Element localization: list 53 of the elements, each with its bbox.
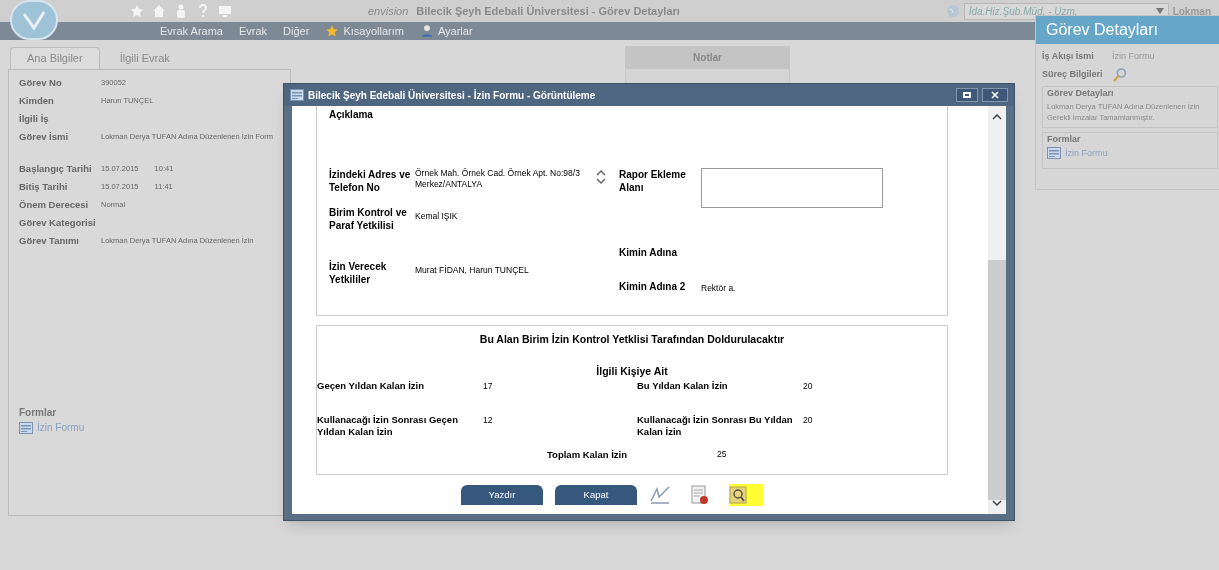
tab[interactable]: Ana Bilgiler: [10, 47, 100, 69]
menu-item[interactable]: Diğer: [283, 22, 310, 40]
field-label: Görev No: [19, 75, 63, 90]
form-value: 20: [803, 413, 813, 427]
menu-item[interactable]: Evrak: [238, 22, 268, 40]
section-subtitle: İlgili Kişiye Ait: [595, 363, 669, 379]
window-title: Bilecik Şeyh Edebali Üniversitesi - Görev Detayları: [416, 3, 680, 19]
form-label: Toplam Kalan İzin: [547, 447, 629, 462]
form-label: Açıklama: [329, 108, 374, 121]
field-label: Görev Kategorisi: [19, 215, 97, 230]
form-link[interactable]: İzin Formu: [19, 420, 280, 435]
section-title: Formlar: [19, 406, 58, 420]
field-label: Başlangıç Tarihi: [19, 161, 93, 176]
field-label: Görev İsmi: [19, 129, 70, 144]
form-label: Rapor Ekleme Alanı: [619, 168, 687, 194]
action-button[interactable]: Kapat: [555, 485, 637, 505]
form-value: Murat FİDAN, Harun TUNÇEL: [415, 264, 529, 277]
form-link[interactable]: İzin Formu: [1047, 146, 1213, 160]
section-title: Bu Alan Birim İzin Kontrol Yetklisi Tarafından Doldurulacaktır: [478, 332, 786, 347]
form-value: 12: [483, 413, 493, 427]
form-label: İzin Verecek Yetkililer: [329, 260, 388, 286]
group-title: Görev Detayları: [1047, 87, 1115, 100]
action-button[interactable]: Yazdır: [461, 485, 543, 505]
field-label: Önem Derecesi: [19, 197, 90, 212]
side-label: İş Akışı İsmi: [1042, 50, 1095, 64]
menu-item[interactable]: Kısayollarım: [325, 22, 404, 40]
form-label: Kullanacağı İzin Sonrası Bu Yıldan Kalan İzin: [637, 413, 794, 438]
form-label: Bu Yıldan Kalan İzin: [637, 379, 729, 392]
form-value: 25: [717, 447, 727, 461]
field-label: İlgili İş: [19, 111, 50, 126]
address-text: Örnek Mah. Örnek Cad. Örnek Apt. No:98/3 Merkez/ANTALYA: [415, 168, 581, 190]
form-value: Rektör a.: [701, 282, 736, 295]
form-label: Birim Kontrol ve Paraf Yetkilisi: [329, 206, 408, 232]
tab[interactable]: İlgili Evrak: [103, 47, 186, 69]
form-value: Kemal IŞIK: [415, 210, 458, 223]
brand-logo: envision: [368, 3, 409, 19]
form-label: Kimin Adına: [619, 246, 678, 259]
notes-title: Notlar: [626, 47, 789, 69]
group-title: Formlar: [1047, 133, 1082, 146]
side-label: Süreç Bilgileri: [1042, 68, 1104, 82]
field-label: Kimden: [19, 93, 55, 108]
form-label: Geçen Yıldan Kalan İzin: [317, 379, 425, 392]
field-label: Bitiş Tarihi: [19, 179, 69, 194]
menu-item[interactable]: Ayarlar: [419, 22, 473, 40]
form-label: Kullanacağı İzin Sonrası Geçen Yıldan Kalan İzin: [317, 413, 459, 438]
form-value: 20: [803, 379, 813, 393]
form-value: 17: [483, 379, 493, 393]
side-panel-title: Görev Detayları: [1036, 16, 1219, 44]
modal-title: Bilecik Şeyh Edebali Üniversitesi - İzin Formu - Görüntüleme: [308, 88, 596, 103]
form-label: İzindeki Adres ve Telefon No: [329, 168, 412, 194]
field-label: Görev Tanımı: [19, 233, 80, 248]
form-label: Kimin Adına 2: [619, 280, 687, 293]
menu-item[interactable]: Evrak Arama: [160, 22, 223, 40]
